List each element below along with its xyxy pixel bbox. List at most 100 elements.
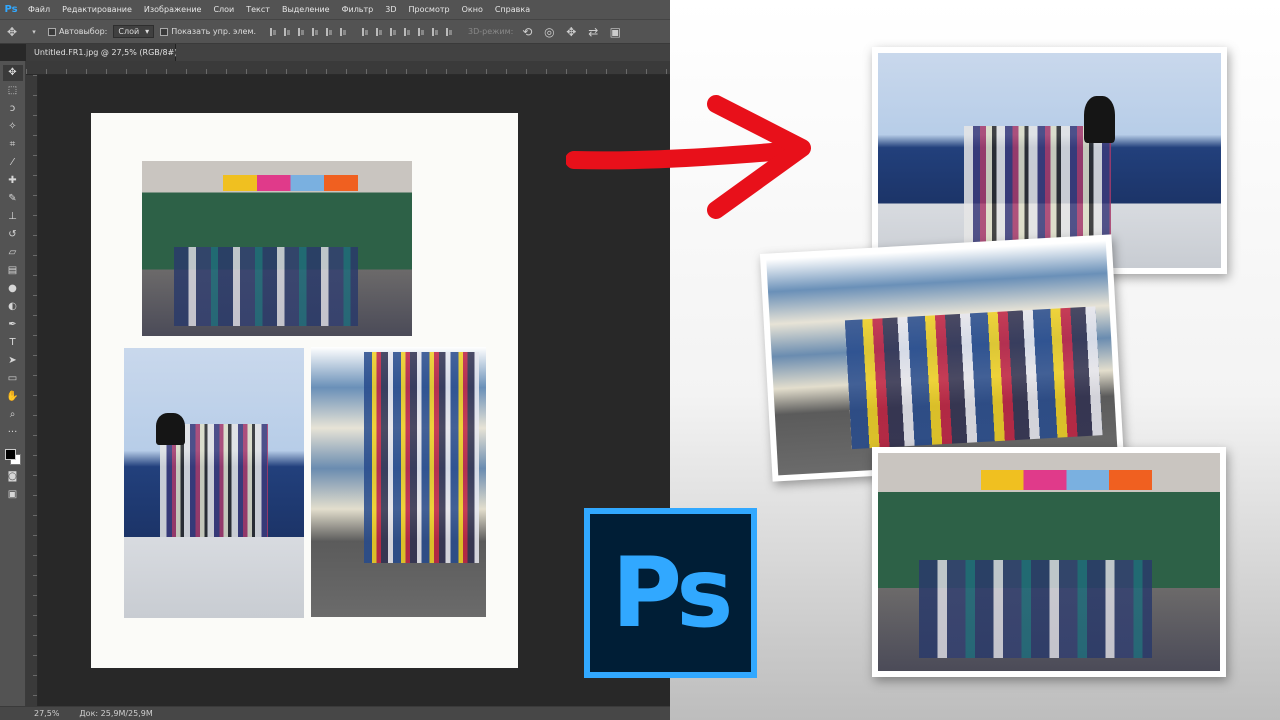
- restored-photo-palace: [759, 234, 1125, 482]
- distribute-top-icon[interactable]: [360, 26, 370, 38]
- photo-palace: [766, 240, 1118, 476]
- clone-stamp-icon[interactable]: ⊥: [3, 209, 23, 225]
- autoselect-value: Слой: [118, 27, 140, 36]
- status-bar: 27,5% Док: 25,9M/25,9M: [0, 706, 670, 720]
- mode-3d-label: 3D-режим:: [468, 27, 514, 36]
- scan-photo-classroom: [142, 161, 412, 336]
- align-right-icon[interactable]: [338, 26, 348, 38]
- drag-3d-icon[interactable]: ✥: [563, 24, 579, 40]
- document-tab[interactable]: Untitled.FR1.jpg @ 27,5% (RGB/8#) * ×: [26, 44, 199, 61]
- eraser-icon[interactable]: ▱: [3, 245, 23, 261]
- crop-icon[interactable]: ⌗: [3, 137, 23, 153]
- group-of-students: [963, 126, 1112, 251]
- align-hcenter-icon[interactable]: [324, 26, 334, 38]
- photoshop-logo-badge: Ps: [584, 508, 757, 678]
- group-of-students: [919, 559, 1152, 658]
- menu-help[interactable]: Справка: [489, 0, 536, 19]
- scan-photo-palace-rotated: [311, 347, 486, 617]
- align-buttons: [268, 26, 348, 38]
- tools-panel: ✥ ⬚ ↄ ✧ ⌗ ⁄ ✚ ✎ ⊥ ↺ ▱ ▤ ● ◐ ✒ T ➤ ▭ ✋ ⌕ …: [0, 61, 26, 706]
- path-selection-icon[interactable]: ➤: [3, 353, 23, 369]
- group-of-students: [844, 306, 1103, 450]
- marquee-icon[interactable]: ⬚: [3, 83, 23, 99]
- scale-3d-icon[interactable]: ▣: [607, 24, 623, 40]
- move-tool-icon[interactable]: ✥: [4, 24, 20, 40]
- scan-photo-embankment-rotated: [124, 348, 304, 618]
- options-bar: ✥ ▾ Автовыбор: Слой ▾ Показать упр. элем…: [0, 19, 670, 44]
- move-icon[interactable]: ✥: [2, 65, 23, 81]
- lasso-icon[interactable]: ↄ: [3, 101, 23, 117]
- dodge-icon[interactable]: ◐: [3, 299, 23, 315]
- pen-icon[interactable]: ✒: [3, 317, 23, 333]
- more-tools-icon[interactable]: ···: [3, 425, 23, 441]
- quick-mask-icon[interactable]: ◙: [3, 469, 23, 485]
- badge-inner: Ps: [590, 514, 751, 672]
- zoom-level[interactable]: 27,5%: [34, 709, 59, 718]
- menu-bar: Ps Файл Редактирование Изображение Слои …: [0, 0, 670, 19]
- monument-vase: [156, 412, 186, 446]
- menu-edit[interactable]: Редактирование: [56, 0, 138, 19]
- group-of-students: [174, 246, 358, 326]
- align-top-icon[interactable]: [268, 26, 278, 38]
- rotate-3d-icon[interactable]: ⟲: [519, 24, 535, 40]
- badge-text: Ps: [611, 537, 734, 649]
- healing-brush-icon[interactable]: ✚: [3, 173, 23, 189]
- vertical-ruler: [26, 75, 38, 706]
- classroom-banner: [980, 470, 1152, 491]
- distribute-vcenter-icon[interactable]: [374, 26, 384, 38]
- slide-3d-icon[interactable]: ⇄: [585, 24, 601, 40]
- roll-3d-icon[interactable]: ◎: [541, 24, 557, 40]
- history-brush-icon[interactable]: ↺: [3, 227, 23, 243]
- screen-mode-icon[interactable]: ▣: [3, 487, 23, 503]
- checkbox-box[interactable]: [48, 27, 56, 36]
- tab-strip: [176, 44, 670, 61]
- red-arrow-icon: [566, 95, 811, 219]
- show-controls-label: Показать упр. элем.: [171, 27, 257, 36]
- align-bottom-icon[interactable]: [296, 26, 306, 38]
- menu-select[interactable]: Выделение: [276, 0, 336, 19]
- autoselect-label: Автовыбор:: [59, 27, 108, 36]
- restored-photo-classroom: [872, 447, 1226, 677]
- chevron-down-icon[interactable]: ▾: [26, 24, 42, 40]
- eyedropper-icon[interactable]: ⁄: [3, 155, 23, 171]
- show-transform-controls-checkbox[interactable]: Показать упр. элем.: [160, 27, 256, 36]
- menu-layers[interactable]: Слои: [207, 0, 240, 19]
- type-icon[interactable]: T: [3, 335, 23, 351]
- menu-3d[interactable]: 3D: [379, 0, 402, 19]
- brush-icon[interactable]: ✎: [3, 191, 23, 207]
- align-left-icon[interactable]: [310, 26, 320, 38]
- scanned-album-page: [91, 113, 518, 668]
- distribute-buttons: [360, 26, 454, 38]
- chevron-down-icon: ▾: [145, 27, 150, 36]
- align-vcenter-icon[interactable]: [282, 26, 292, 38]
- color-swatches[interactable]: [3, 447, 23, 467]
- zoom-icon[interactable]: ⌕: [3, 407, 23, 423]
- document-tab-title: Untitled.FR1.jpg @ 27,5% (RGB/8#) *: [34, 48, 184, 57]
- menu-window[interactable]: Окно: [456, 0, 489, 19]
- magic-wand-icon[interactable]: ✧: [3, 119, 23, 135]
- distribute-hcenter-icon[interactable]: [416, 26, 426, 38]
- document-size-info: Док: 25,9M/25,9M: [79, 709, 153, 718]
- menu-filter[interactable]: Фильтр: [336, 0, 380, 19]
- hand-icon[interactable]: ✋: [3, 389, 23, 405]
- menu-file[interactable]: Файл: [22, 0, 56, 19]
- distribute-right-icon[interactable]: [430, 26, 440, 38]
- distribute-bottom-icon[interactable]: [388, 26, 398, 38]
- menu-type[interactable]: Текст: [240, 0, 276, 19]
- autoselect-checkbox[interactable]: Автовыбор:: [48, 27, 107, 36]
- distribute-left-icon[interactable]: [402, 26, 412, 38]
- rectangle-icon[interactable]: ▭: [3, 371, 23, 387]
- foreground-color-swatch[interactable]: [4, 449, 16, 460]
- auto-align-icon[interactable]: [444, 26, 454, 38]
- gradient-icon[interactable]: ▤: [3, 263, 23, 279]
- photo-embankment: [878, 53, 1221, 268]
- menu-image[interactable]: Изображение: [138, 0, 208, 19]
- monument-vase: [1083, 96, 1115, 144]
- blur-icon[interactable]: ●: [3, 281, 23, 297]
- autoselect-dropdown[interactable]: Слой ▾: [113, 25, 155, 38]
- classroom-banner: [223, 175, 358, 191]
- checkbox-box[interactable]: [160, 27, 169, 36]
- menu-view[interactable]: Просмотр: [403, 0, 456, 19]
- horizontal-ruler: [26, 61, 670, 75]
- photo-classroom: [878, 453, 1220, 671]
